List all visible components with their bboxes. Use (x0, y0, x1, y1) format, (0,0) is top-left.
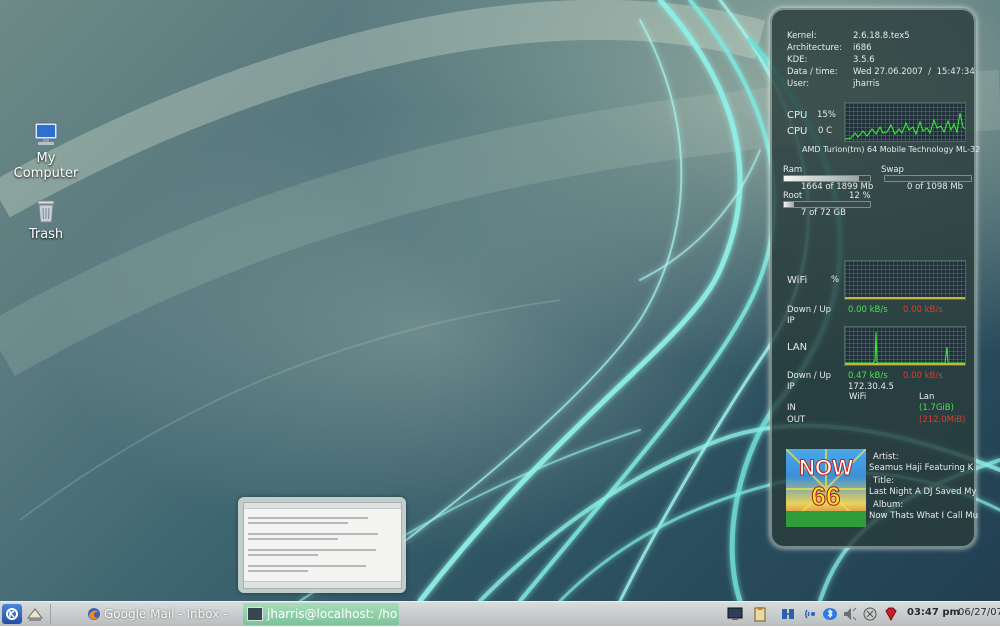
task-terminal-label: jharris@localhost: /ho (267, 607, 398, 621)
title-value: Last Night A DJ Saved My (869, 487, 977, 497)
swap-bar (884, 175, 972, 182)
ruby-tray-icon[interactable] (883, 606, 899, 622)
root-label: Root (783, 191, 803, 201)
clock-time[interactable]: 03:47 pm (907, 607, 960, 618)
wifi-down-rate: 0.00 kB/s (848, 305, 888, 315)
system-monitor-widget: Kernel: 2.6.18.8.tex5 Architecture: i686… (770, 8, 980, 548)
wifi-label: WiFi (787, 275, 808, 286)
wifi-up-rate: 0.00 kB/s (903, 305, 943, 315)
datetime-value: Wed 27.06.2007 / 15:47:34 (853, 67, 975, 77)
user-value: jharris (853, 79, 880, 89)
album-cover-number: 66 (811, 481, 841, 512)
kde-menu-button[interactable] (2, 604, 22, 624)
album-cover: NOW 66 (786, 449, 866, 527)
task-terminal[interactable]: jharris@localhost: /ho (243, 603, 399, 625)
root-percent: 12 % (849, 191, 871, 201)
network-tray-icon[interactable] (780, 606, 796, 622)
root-bar (783, 201, 871, 208)
trash-label: Trash (28, 227, 64, 242)
kernel-label: Kernel: (787, 31, 817, 41)
album-cover-title: NOW (799, 455, 854, 481)
datetime-label: Data / time: (787, 67, 838, 77)
trash-icon (37, 200, 55, 223)
battery-tray-icon[interactable] (862, 606, 878, 622)
lan-ip-value: 172.30.4.5 (848, 382, 894, 392)
traffic-in-label: IN (787, 403, 796, 413)
user-label: User: (787, 79, 810, 89)
window-thumbnail-preview[interactable] (238, 497, 406, 593)
album-value: Now Thats What I Call Mu (869, 511, 978, 521)
artist-label: Artist: (873, 452, 899, 462)
traffic-lan-in: (1.7GiB) (919, 403, 954, 413)
arch-value: i686 (853, 43, 872, 53)
traffic-lan-header: Lan (919, 392, 935, 402)
wifi-downup-label: Down / Up (787, 305, 831, 315)
kde-label: KDE: (787, 55, 808, 65)
taskbar-separator (50, 604, 51, 624)
cpu-temp: 0 C (818, 126, 833, 136)
lan-ip-label: IP (787, 382, 795, 392)
wifi-percent: % (831, 275, 840, 285)
album-label: Album: (873, 500, 904, 510)
kernel-value: 2.6.18.8.tex5 (853, 31, 910, 41)
lan-graph (844, 326, 966, 366)
terminal-thumbnail (243, 502, 402, 589)
desktop: My Computer Trash Kernel: 2.6.18.8.tex5 … (0, 0, 1000, 601)
wifi-graph (844, 260, 966, 300)
ram-label: Ram (783, 165, 803, 175)
task-google-mail[interactable]: Google Mail - Inbox - (84, 603, 240, 625)
cpu-label: CPU (787, 110, 808, 121)
lan-down-rate: 0.47 kB/s (848, 371, 888, 381)
traffic-out-label: OUT (787, 415, 806, 425)
terminal-icon (247, 607, 263, 621)
volume-tray-icon[interactable] (842, 606, 858, 622)
cpu-model: AMD Turion(tm) 64 Mobile Technology ML-3… (802, 145, 981, 154)
kde-value: 3.5.6 (853, 55, 875, 65)
swap-label: Swap (881, 165, 904, 175)
taskbar: Google Mail - Inbox - jharris@localhost:… (0, 601, 1000, 626)
task-google-mail-label: Google Mail - Inbox - (104, 607, 228, 621)
bluetooth-tray-icon[interactable] (822, 606, 838, 622)
computer-icon (34, 122, 58, 145)
ram-bar (783, 175, 871, 182)
clock-date[interactable]: 06/27/07 (958, 607, 1000, 618)
lan-label: LAN (787, 342, 808, 353)
show-desktop-icon (26, 608, 44, 621)
arch-label: Architecture: (787, 43, 842, 53)
cpu-temp-label: CPU (787, 126, 808, 137)
firefox-icon (87, 607, 101, 621)
lan-downup-label: Down / Up (787, 371, 831, 381)
kde-gear-icon (6, 608, 18, 620)
artist-value: Seamus Haji Featuring K (869, 463, 974, 473)
trash-desktop-icon[interactable]: Trash (6, 198, 86, 242)
cpu-usage: 15% (817, 110, 836, 120)
traffic-wifi-header: WiFi (849, 392, 867, 402)
show-desktop-button[interactable] (26, 605, 44, 623)
my-computer-label: My Computer (13, 151, 79, 181)
cpu-graph (844, 102, 966, 142)
monitor-tray-icon[interactable] (727, 606, 743, 622)
traffic-lan-out: (212.0MiB) (919, 415, 966, 425)
my-computer-desktop-icon[interactable]: My Computer (6, 120, 86, 181)
klipper-tray-icon[interactable] (752, 606, 768, 622)
swap-value: 0 of 1098 Mb (907, 182, 964, 192)
root-value: 7 of 72 GB (801, 208, 846, 218)
wireless-tray-icon[interactable] (804, 606, 820, 622)
wifi-ip-label: IP (787, 316, 795, 326)
title-label: Title: (873, 476, 895, 486)
lan-up-rate: 0.00 kB/s (903, 371, 943, 381)
